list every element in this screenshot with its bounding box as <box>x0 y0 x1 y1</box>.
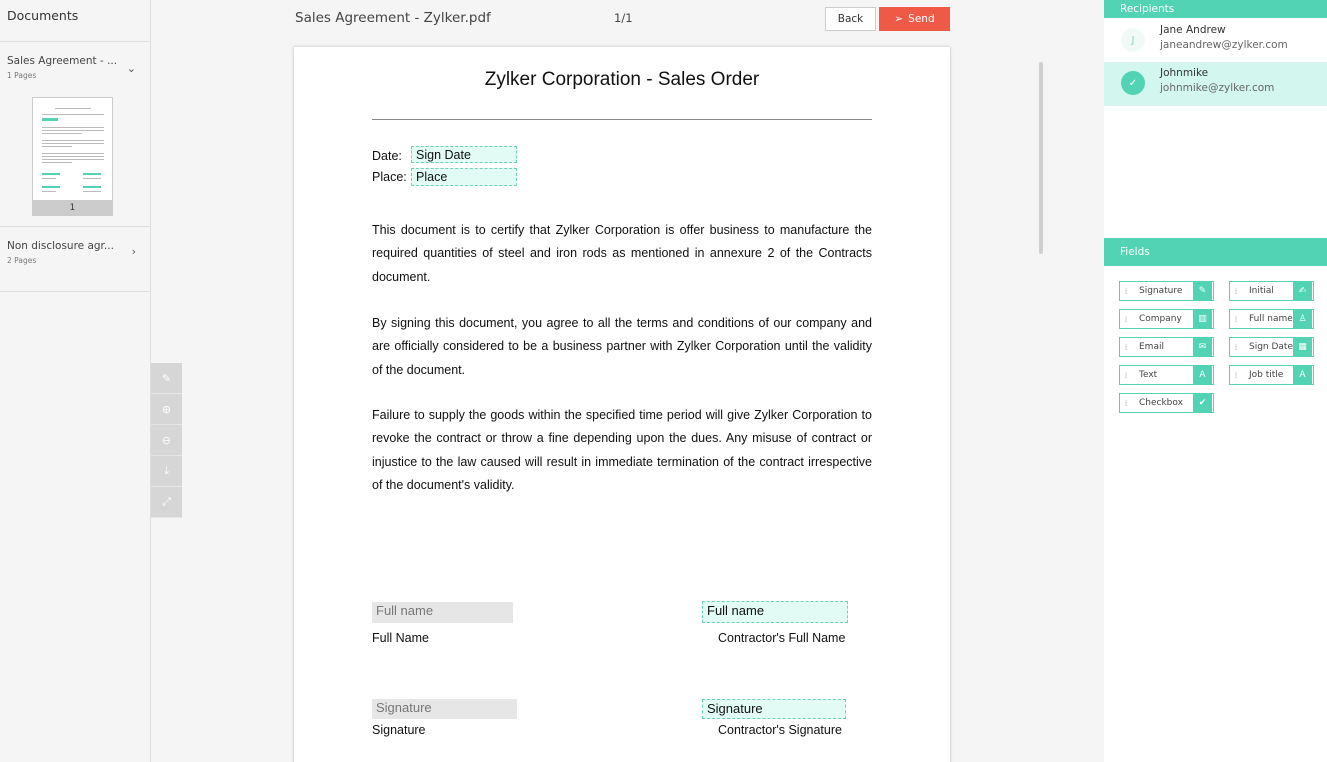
contractor-full-name-label: Contractor's Full Name <box>718 631 846 645</box>
sidebar-header: Documents <box>0 0 150 42</box>
send-label: Send <box>908 13 935 25</box>
field-chip-label: Sign Date <box>1249 342 1294 352</box>
zoom-in-icon: ⊕ <box>161 402 172 416</box>
text-icon: A <box>1293 366 1312 384</box>
thumbnail-page-number: 1 <box>32 201 113 216</box>
drag-handle-icon: ⁞ <box>1124 342 1128 352</box>
drag-handle-icon: ⁞ <box>1234 286 1238 296</box>
field-chip-label: Email <box>1139 342 1164 352</box>
contractor-signature-label: Contractor's Signature <box>718 723 842 737</box>
document-tools: ✎ ⊕ ⊖ ⤓ ⤢ <box>151 363 182 518</box>
paragraph: Failure to supply the goods within the s… <box>372 408 872 492</box>
sign-date-field[interactable]: Sign Date <box>411 146 517 163</box>
field-chip-company[interactable]: ⁞ Company ▥ <box>1119 309 1214 329</box>
document-heading: Zylker Corporation - Sales Order <box>484 69 760 90</box>
drag-handle-icon: ⁞ <box>1234 342 1238 352</box>
send-icon: ➢ <box>894 13 904 25</box>
fullscreen-button[interactable]: ⤢ <box>151 487 182 518</box>
recipients-header: Recipients <box>1104 0 1327 18</box>
documents-sidebar: Documents Sales Agreement - ... 1 Pages … <box>0 0 151 762</box>
text-icon: A <box>1193 366 1212 384</box>
signature-field-left[interactable]: Signature <box>372 699 517 719</box>
pencil-icon: ✎ <box>161 371 172 385</box>
calendar-icon: ▦ <box>1293 338 1312 356</box>
field-chip-text[interactable]: ⁞ Text A <box>1119 365 1214 385</box>
full-name-field-left[interactable]: Full name <box>372 602 513 623</box>
field-chip-signature[interactable]: ⁞ Signature ✎ <box>1119 281 1214 301</box>
document-page: Zylker Corporation - Sales Order Date: S… <box>294 47 950 762</box>
recipient-name: Johnmike <box>1160 67 1209 79</box>
building-icon: ▥ <box>1193 310 1212 328</box>
field-chip-label: Job title <box>1249 370 1284 380</box>
checkbox-icon: ✔ <box>1193 394 1212 412</box>
download-button[interactable]: ⤓ <box>151 456 182 487</box>
recipient-item-selected[interactable]: ✓ Johnmike johnmike@zylker.com <box>1104 62 1327 106</box>
drag-handle-icon: ⁞ <box>1234 370 1238 380</box>
field-chip-label: Company <box>1139 314 1182 324</box>
zoom-out-icon: ⊖ <box>161 433 172 447</box>
page-indicator: 1/1 <box>614 11 633 25</box>
place-field[interactable]: Place <box>411 168 517 186</box>
chevron-right-icon[interactable]: › <box>132 245 136 258</box>
heading-divider <box>372 119 872 120</box>
document-name: Non disclosure agr... <box>7 240 114 252</box>
person-icon: ♙ <box>1293 310 1312 328</box>
field-chip-sign-date[interactable]: ⁞ Sign Date ▦ <box>1229 337 1314 357</box>
document-pages: 2 Pages <box>7 256 37 265</box>
recipient-email: janeandrew@zylker.com <box>1160 39 1288 51</box>
paragraph: This document is to certify that Zylker … <box>372 223 872 284</box>
field-chip-label: Checkbox <box>1139 398 1183 408</box>
envelope-icon: ✉ <box>1193 338 1212 356</box>
document-item-sales-agreement[interactable]: Sales Agreement - ... 1 Pages ⌄ 1 <box>0 42 150 227</box>
back-button[interactable]: Back <box>825 7 876 31</box>
drag-handle-icon: ⁞ <box>1234 314 1238 324</box>
zoom-out-button[interactable]: ⊖ <box>151 425 182 456</box>
recipient-name: Jane Andrew <box>1160 24 1226 36</box>
send-button[interactable]: ➢ Send <box>879 7 950 31</box>
page-thumbnail[interactable] <box>32 97 113 201</box>
date-label: Date: <box>372 149 402 163</box>
drag-handle-icon: ⁞ <box>1124 314 1128 324</box>
right-panel: Recipients J Jane Andrew janeandrew@zylk… <box>1104 0 1327 762</box>
place-label: Place: <box>372 170 407 184</box>
field-chip-full-name[interactable]: ⁞ Full name ♙ <box>1229 309 1314 329</box>
document-title: Sales Agreement - Zylker.pdf <box>295 10 491 26</box>
drag-handle-icon: ⁞ <box>1124 286 1128 296</box>
drag-handle-icon: ⁞ <box>1124 370 1128 380</box>
signature-label: Signature <box>372 723 426 737</box>
avatar: J <box>1121 28 1145 52</box>
document-scrollbar[interactable] <box>1039 62 1043 254</box>
field-chip-label: Signature <box>1139 286 1183 296</box>
expand-icon: ⤢ <box>162 495 171 508</box>
field-chip-label: Text <box>1139 370 1158 380</box>
recipient-email: johnmike@zylker.com <box>1160 82 1275 94</box>
drag-handle-icon: ⁞ <box>1124 398 1128 408</box>
field-chip-label: Full name <box>1249 314 1293 324</box>
initial-icon: ✍ <box>1293 282 1312 300</box>
field-chip-email[interactable]: ⁞ Email ✉ <box>1119 337 1214 357</box>
check-icon: ✓ <box>1121 71 1145 95</box>
field-chip-checkbox[interactable]: ⁞ Checkbox ✔ <box>1119 393 1214 413</box>
download-icon: ⤓ <box>164 464 169 477</box>
fields-header: Fields <box>1104 238 1327 266</box>
recipient-item[interactable]: J Jane Andrew janeandrew@zylker.com <box>1104 19 1327 63</box>
document-pages: 1 Pages <box>7 71 37 80</box>
signature-field-right[interactable]: Signature <box>702 699 846 719</box>
document-item-nda[interactable]: Non disclosure agr... 2 Pages › <box>0 227 150 292</box>
paragraph: By signing this document, you agree to a… <box>372 316 872 377</box>
field-chip-label: Initial <box>1249 286 1274 296</box>
full-name-field-right[interactable]: Full name <box>702 601 848 623</box>
edit-tool-button[interactable]: ✎ <box>151 363 182 394</box>
full-name-label: Full Name <box>372 631 429 645</box>
document-name: Sales Agreement - ... <box>7 55 118 67</box>
field-chip-job-title[interactable]: ⁞ Job title A <box>1229 365 1314 385</box>
pen-icon: ✎ <box>1193 282 1212 300</box>
field-chip-initial[interactable]: ⁞ Initial ✍ <box>1229 281 1314 301</box>
zoom-in-button[interactable]: ⊕ <box>151 394 182 425</box>
chevron-down-icon[interactable]: ⌄ <box>127 62 136 75</box>
